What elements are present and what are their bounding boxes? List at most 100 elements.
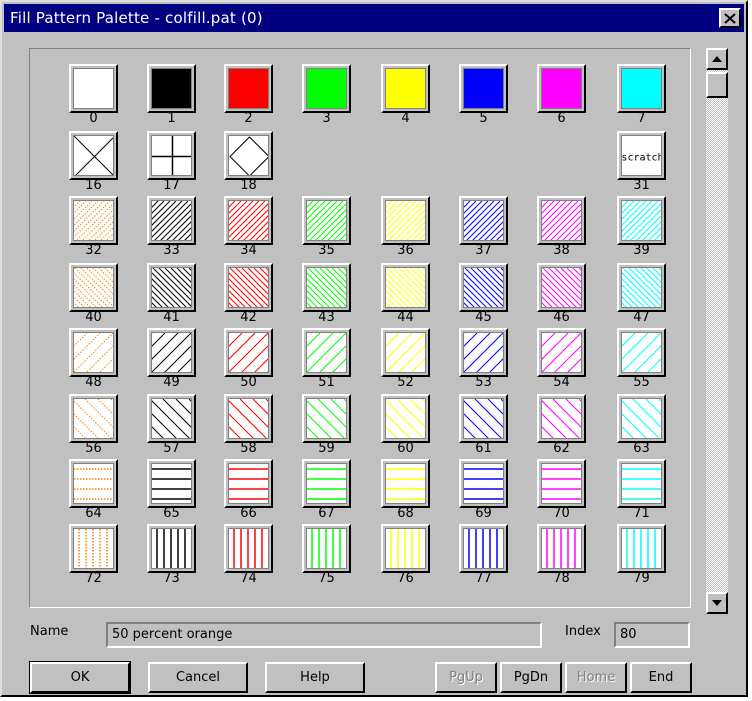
pattern-swatch-35[interactable] [302,196,351,245]
pattern-swatch-64[interactable] [69,459,118,508]
pattern-swatch-fill [228,332,269,373]
close-button[interactable] [719,8,741,28]
scroll-thumb[interactable] [706,72,728,98]
pattern-swatch-2[interactable] [224,64,273,113]
pattern-swatch-79[interactable] [617,524,666,573]
scroll-up-button[interactable] [706,48,728,70]
pattern-index-label: 60 [397,441,414,456]
pattern-swatch-74[interactable] [224,524,273,573]
cancel-button[interactable]: Cancel [148,662,248,693]
pattern-swatch-36[interactable] [381,196,430,245]
pattern-index-label: 78 [553,571,570,586]
pattern-swatch-fill [463,267,504,308]
pattern-swatch-55[interactable] [617,328,666,377]
ok-button[interactable]: OK [29,661,131,694]
pattern-swatch-71[interactable] [617,459,666,508]
pattern-swatch-1[interactable] [147,64,196,113]
pattern-swatch-3[interactable] [302,64,351,113]
pattern-swatch-34[interactable] [224,196,273,245]
pattern-swatch-7[interactable] [617,64,666,113]
pattern-swatch-39[interactable] [617,196,666,245]
pattern-swatch-77[interactable] [459,524,508,573]
pattern-swatch-fill [228,463,269,504]
end-button[interactable]: End [630,662,692,693]
pattern-swatch-38[interactable] [537,196,586,245]
pattern-swatch-32[interactable] [69,196,118,245]
pattern-swatch-62[interactable] [537,394,586,443]
pattern-swatch-6[interactable] [537,64,586,113]
pattern-preview [464,468,503,500]
pattern-swatch-4[interactable] [381,64,430,113]
pattern-preview [386,268,425,307]
pattern-swatch-51[interactable] [302,328,351,377]
pattern-swatch-40[interactable] [69,263,118,312]
pattern-preview [386,333,425,372]
pattern-index-label: 77 [475,571,492,586]
pattern-swatch-fill [151,398,192,439]
pattern-swatch-58[interactable] [224,394,273,443]
pattern-swatch-73[interactable] [147,524,196,573]
pattern-swatch-48[interactable] [69,328,118,377]
pattern-swatch-49[interactable] [147,328,196,377]
pattern-preview [542,333,581,372]
help-button[interactable]: Help [265,662,365,693]
pattern-swatch-78[interactable] [537,524,586,573]
pattern-swatch-43[interactable] [302,263,351,312]
pattern-swatch-fill [73,200,114,241]
pattern-swatch-76[interactable] [381,524,430,573]
pattern-swatch-5[interactable] [459,64,508,113]
pattern-swatch-70[interactable] [537,459,586,508]
pattern-preview [390,529,420,568]
pattern-swatch-45[interactable] [459,263,508,312]
pattern-swatch-52[interactable] [381,328,430,377]
pattern-preview [229,201,268,240]
name-field[interactable]: 50 percent orange [106,622,542,648]
pattern-swatch-42[interactable] [224,263,273,312]
pattern-swatch-57[interactable] [147,394,196,443]
pattern-index-label: 56 [85,441,102,456]
pattern-swatch-68[interactable] [381,459,430,508]
pattern-swatch-60[interactable] [381,394,430,443]
pattern-preview [74,201,113,240]
scroll-down-button[interactable] [706,592,728,614]
pattern-swatch-54[interactable] [537,328,586,377]
pattern-swatch-44[interactable] [381,263,430,312]
pattern-swatch-46[interactable] [537,263,586,312]
pattern-swatch-75[interactable] [302,524,351,573]
pattern-swatch-fill [621,200,662,241]
pattern-swatch-fill [228,267,269,308]
pattern-preview [74,136,113,175]
page-up-button[interactable]: PgUp [435,662,497,693]
pattern-swatch-59[interactable] [302,394,351,443]
pattern-swatch-66[interactable] [224,459,273,508]
pattern-swatch-17[interactable] [147,131,196,180]
pattern-index-label: 46 [553,310,570,325]
pattern-swatch-50[interactable] [224,328,273,377]
pattern-index-label: 74 [240,571,257,586]
pattern-swatch-41[interactable] [147,263,196,312]
pattern-preview [626,529,656,568]
pattern-swatch-56[interactable] [69,394,118,443]
pattern-swatch-16[interactable] [69,131,118,180]
vertical-scrollbar[interactable] [706,48,728,614]
pattern-swatch-fill [463,528,504,569]
page-down-button[interactable]: PgDn [500,662,562,693]
pattern-swatch-53[interactable] [459,328,508,377]
pattern-swatch-67[interactable] [302,459,351,508]
pattern-swatch-0[interactable] [69,64,118,113]
pattern-swatch-fill [621,463,662,504]
pattern-swatch-69[interactable] [459,459,508,508]
pattern-index-label: 4 [401,111,410,126]
pattern-swatch-47[interactable] [617,263,666,312]
pattern-swatch-72[interactable] [69,524,118,573]
pattern-swatch-31[interactable]: scratch [617,131,666,180]
pattern-swatch-33[interactable] [147,196,196,245]
pattern-swatch-18[interactable] [224,131,273,180]
pattern-swatch-65[interactable] [147,459,196,508]
pattern-swatch-63[interactable] [617,394,666,443]
pattern-swatch-37[interactable] [459,196,508,245]
home-button[interactable]: Home [565,662,627,693]
pattern-preview [307,69,346,108]
pattern-swatch-61[interactable] [459,394,508,443]
index-field[interactable]: 80 [614,622,690,648]
